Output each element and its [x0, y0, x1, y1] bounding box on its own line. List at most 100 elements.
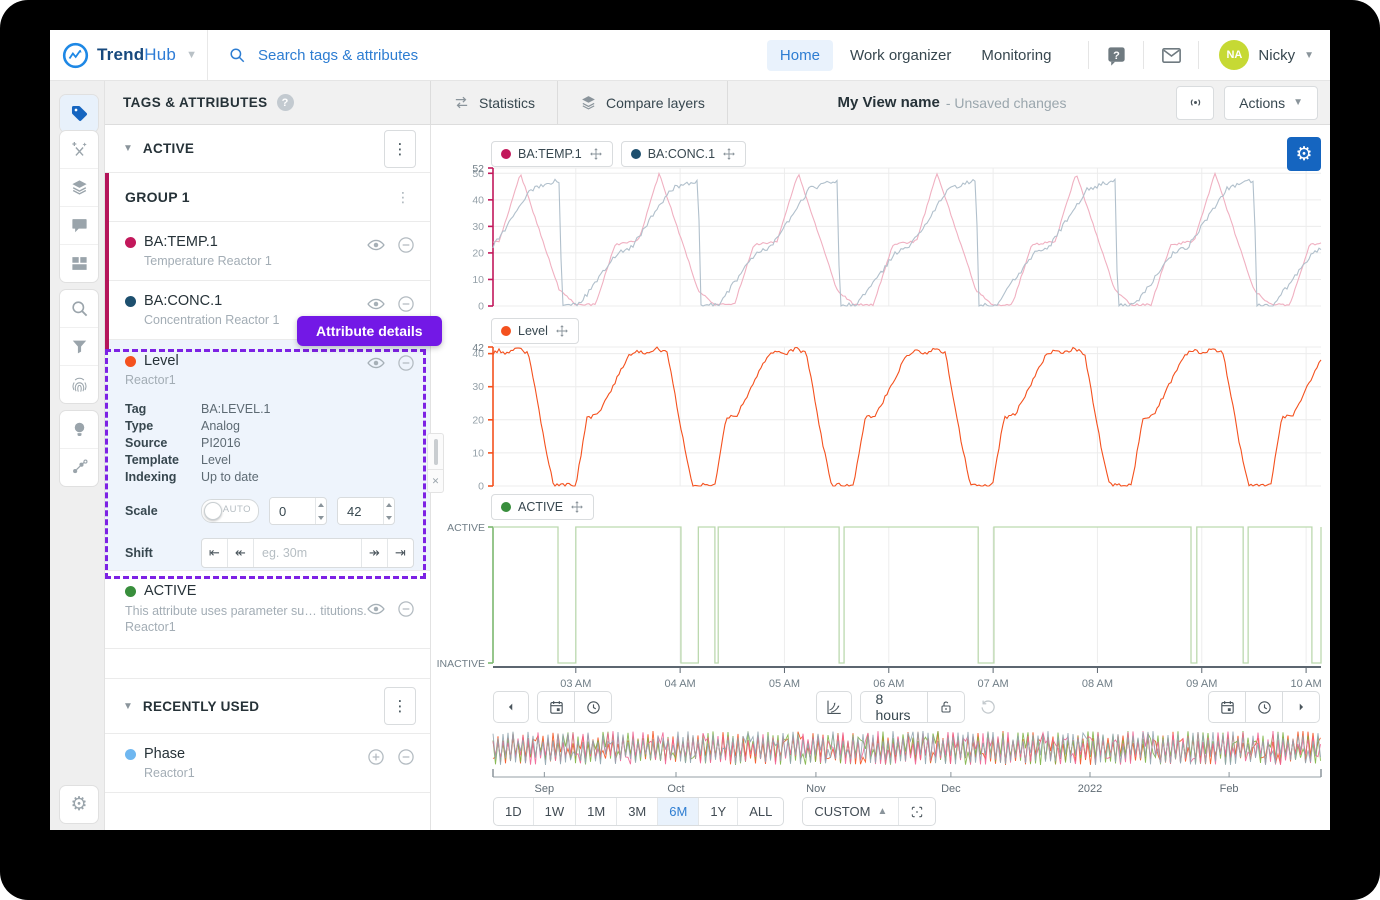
lock-duration-button[interactable] — [927, 691, 965, 723]
history-button[interactable] — [971, 690, 1005, 724]
move-handle-icon[interactable] — [570, 500, 584, 514]
spin-down-icon[interactable] — [316, 511, 326, 524]
active-section-menu-button[interactable]: ⋮ — [384, 130, 416, 168]
remove-minus-icon[interactable] — [396, 599, 416, 619]
actions-button[interactable]: Actions ▼ — [1224, 86, 1318, 120]
view-toolbar: TAGS & ATTRIBUTES ? Statistics Compare l… — [105, 81, 1330, 125]
group-menu-button[interactable]: ⋮ — [392, 189, 414, 206]
zoom-preset-3m[interactable]: 3M — [616, 798, 657, 825]
analog-chart-temp-conc[interactable]: 0102030405052 — [431, 165, 1327, 315]
attribute-description: Reactor1 — [125, 373, 414, 387]
brand-logo[interactable]: TrendHub ▼ — [50, 30, 208, 80]
scale-auto-toggle[interactable]: AUTO — [201, 499, 259, 523]
zoom-preset-all[interactable]: ALL — [737, 798, 783, 825]
rail-recommendations-button[interactable] — [60, 411, 98, 448]
zoom-preset-1d[interactable]: 1D — [494, 798, 533, 825]
visibility-eye-icon[interactable] — [366, 235, 386, 255]
user-menu[interactable]: NA Nicky ▼ — [1209, 40, 1330, 70]
attribute-row-active[interactable]: ACTIVE This attribute uses parameter su…… — [105, 571, 430, 649]
spin-down-icon[interactable] — [384, 511, 394, 524]
live-broadcast-button[interactable] — [1176, 86, 1214, 120]
nav-item-home[interactable]: Home — [767, 40, 833, 71]
rail-dashboard-button[interactable] — [60, 244, 98, 282]
scale-min-input[interactable] — [270, 498, 315, 524]
rail-context-button[interactable] — [60, 448, 98, 486]
legend-chip-ba-conc-1[interactable]: BA:CONC.1 — [621, 141, 746, 167]
move-handle-icon[interactable] — [722, 147, 736, 161]
rail-calculations-button[interactable] — [60, 131, 98, 168]
box-select-button[interactable] — [898, 798, 935, 825]
zoom-preset-1w[interactable]: 1W — [533, 798, 576, 825]
collapse-x-icon[interactable]: ✕ — [428, 469, 443, 492]
rail-settings-button[interactable]: ⚙ — [60, 786, 98, 823]
visibility-eye-icon[interactable] — [366, 294, 386, 314]
attribute-name: ACTIVE — [144, 583, 196, 599]
collapse-chevron-icon[interactable]: ▼ — [123, 701, 133, 712]
scale-max-input[interactable] — [338, 498, 383, 524]
move-handle-icon[interactable] — [555, 324, 569, 338]
custom-range-button[interactable]: CUSTOM ▲ — [803, 798, 898, 825]
spin-up-icon[interactable] — [384, 498, 394, 511]
move-handle-icon[interactable] — [589, 147, 603, 161]
digital-chart-active[interactable]: ACTIVEINACTIVE03 AM04 AM05 AM06 AM07 AM0… — [431, 521, 1327, 698]
remove-minus-icon[interactable] — [396, 235, 416, 255]
chart-settings-button[interactable]: ⚙ — [1287, 137, 1321, 171]
shift-amount-input[interactable] — [254, 539, 361, 567]
tag-row-phase[interactable]: PhaseReactor1 — [105, 734, 430, 793]
time-end-button[interactable] — [1245, 691, 1282, 723]
zoom-preset-1y[interactable]: 1Y — [698, 798, 737, 825]
remove-minus-icon[interactable] — [396, 747, 416, 767]
analog-chart-level[interactable]: 01020304042 — [431, 344, 1327, 495]
drag-handle[interactable] — [428, 434, 443, 469]
svg-text:ACTIVE: ACTIVE — [447, 522, 485, 534]
tag-icon — [70, 104, 89, 123]
attribute-detail-card[interactable]: Level Reactor1 TagBA:LEVEL.1TypeAnalogSo… — [105, 340, 430, 571]
recent-section-menu-button[interactable]: ⋮ — [384, 687, 416, 725]
calendar-start-button[interactable] — [537, 691, 574, 723]
brand-chevron-down-icon[interactable]: ▼ — [186, 49, 197, 61]
panel-resize-handle[interactable]: ✕ — [427, 433, 444, 493]
field-label: Type — [125, 419, 201, 433]
legend-chip-level[interactable]: Level — [491, 318, 579, 344]
search-input[interactable] — [256, 46, 680, 65]
shift-left-icon[interactable]: ↞ — [227, 539, 254, 567]
rail-layers-button[interactable] — [60, 168, 98, 206]
tab-statistics[interactable]: Statistics — [431, 81, 558, 124]
zoom-preset-1m[interactable]: 1M — [575, 798, 616, 825]
compare-trends-button[interactable] — [816, 691, 852, 723]
rail-fingerprint-button[interactable] — [60, 365, 98, 403]
zoom-preset-6m[interactable]: 6M — [657, 798, 698, 825]
rail-filter-button[interactable] — [60, 327, 98, 365]
visibility-eye-icon[interactable] — [366, 599, 386, 619]
duration-button[interactable]: 8 hours — [860, 691, 927, 723]
pan-right-button[interactable] — [1282, 691, 1320, 723]
visibility-eye-icon[interactable] — [366, 353, 386, 373]
svg-text:30: 30 — [472, 221, 484, 233]
shift-right-icon[interactable]: ↠ — [361, 539, 387, 567]
pan-left-button[interactable] — [493, 691, 529, 723]
panel-help-icon[interactable]: ? — [277, 94, 294, 111]
tab-compare-layers[interactable]: Compare layers — [558, 81, 728, 124]
legend-chip-ba-temp-1[interactable]: BA:TEMP.1 — [491, 141, 613, 167]
remove-minus-icon[interactable] — [396, 294, 416, 314]
help-button[interactable]: ? — [1099, 38, 1133, 72]
add-plus-icon[interactable] — [366, 747, 386, 767]
nav-item-work-organizer[interactable]: Work organizer — [837, 40, 964, 71]
shift-far-right-icon[interactable]: ⇥ — [387, 539, 413, 567]
nav-item-monitoring[interactable]: Monitoring — [968, 40, 1064, 71]
tag-row-ba-temp-1[interactable]: BA:TEMP.1Temperature Reactor 1 — [105, 222, 430, 281]
spin-up-icon[interactable] — [316, 498, 326, 511]
rail-tags-attributes-button[interactable] — [60, 95, 98, 132]
calendar-end-button[interactable] — [1208, 691, 1245, 723]
time-start-button[interactable] — [574, 691, 612, 723]
group-row[interactable]: GROUP 1 ⋮ — [105, 173, 430, 222]
rail-search-data-button[interactable] — [60, 290, 98, 327]
collapse-chevron-icon[interactable]: ▼ — [123, 143, 133, 154]
legend-chip-active[interactable]: ACTIVE — [491, 494, 594, 520]
messages-button[interactable] — [1154, 38, 1188, 72]
rail-comments-button[interactable] — [60, 206, 98, 244]
remove-minus-icon[interactable] — [396, 353, 416, 373]
brand-name: TrendHub — [97, 45, 176, 65]
shift-far-left-icon[interactable]: ⇤ — [202, 539, 227, 567]
context-brush-chart[interactable]: SepOctNovDec2022Feb — [431, 729, 1327, 806]
